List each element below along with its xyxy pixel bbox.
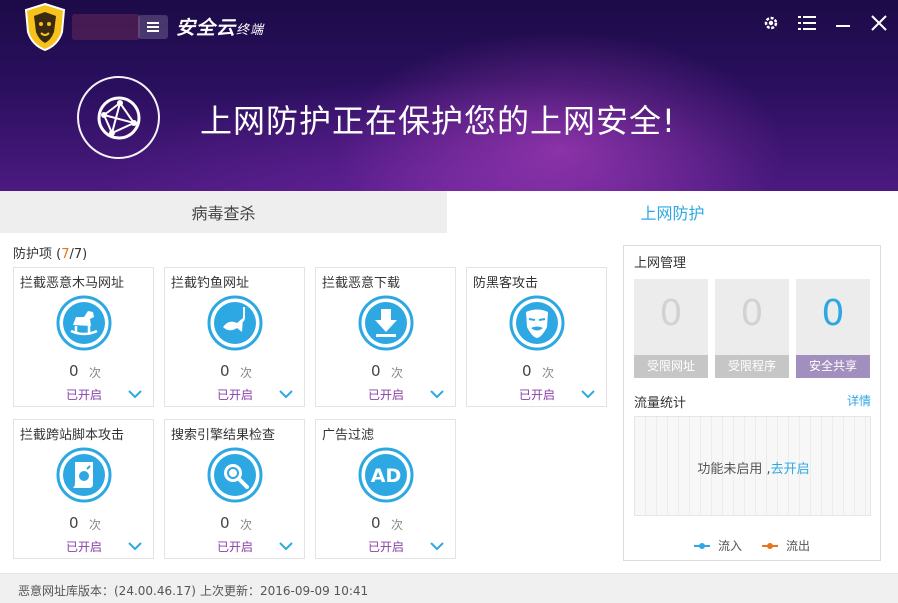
status-toggle[interactable]: 已开启 xyxy=(368,538,404,555)
minimize-button[interactable] xyxy=(832,12,854,34)
fish-hook-icon xyxy=(207,295,263,351)
protection-card-trojan[interactable]: 拦截恶意木马网址 0 次 已开启 xyxy=(13,267,154,407)
tab-virus-scan[interactable]: 病毒查杀 xyxy=(0,191,447,233)
count-unit: 次 xyxy=(240,518,253,532)
status-toggle[interactable]: 已开启 xyxy=(519,386,555,403)
protection-status-message: 上网防护正在保护您的上网安全! xyxy=(200,102,676,140)
header-banner: 安全云终端 上网防护正在保护您的上网安全! xyxy=(0,0,898,191)
block-count: 0 xyxy=(371,514,381,532)
chevron-down-icon[interactable] xyxy=(279,541,293,551)
chevron-down-icon[interactable] xyxy=(430,389,444,399)
card-title: 广告过滤 xyxy=(322,428,375,443)
list-icon xyxy=(798,16,816,30)
chevron-down-icon[interactable] xyxy=(128,541,142,551)
rocking-horse-icon xyxy=(56,295,112,351)
block-count: 0 xyxy=(220,514,230,532)
hamburger-icon xyxy=(147,22,159,32)
count-unit: 次 xyxy=(89,366,102,380)
stat-value: 0 xyxy=(740,293,764,334)
stat-value: 0 xyxy=(659,293,683,334)
globe-shield-badge xyxy=(77,76,160,159)
stat-value: 0 xyxy=(821,293,845,334)
last-update-text: 上次更新：2016-09-09 10:41 xyxy=(200,584,369,598)
stat-restricted-urls[interactable]: 0 受限网址 xyxy=(634,279,708,378)
user-name-blurred xyxy=(72,14,140,40)
count-unit: 次 xyxy=(89,518,102,532)
script-scroll-icon xyxy=(56,447,112,503)
brand-main: 安全云 xyxy=(176,17,237,39)
count-unit: 次 xyxy=(542,366,555,380)
globe-network-icon xyxy=(97,96,140,139)
db-version-text: 恶意网址库版本：(24.00.46.17) xyxy=(18,584,196,598)
stat-label: 受限网址 xyxy=(634,355,708,378)
card-title: 拦截恶意木马网址 xyxy=(20,276,125,291)
card-title: 拦截跨站脚本攻击 xyxy=(20,428,125,443)
block-count: 0 xyxy=(69,514,79,532)
protection-card-ad-filter[interactable]: 广告过滤 AD 0 次 已开启 xyxy=(315,419,456,559)
lion-shield-logo-icon xyxy=(24,2,66,52)
card-title: 拦截钓鱼网址 xyxy=(171,276,250,291)
web-management-title: 上网管理 xyxy=(634,256,687,271)
brand-sub: 终端 xyxy=(236,23,265,38)
status-toggle[interactable]: 已开启 xyxy=(217,538,253,555)
main-tabs: 病毒查杀 上网防护 xyxy=(0,191,898,233)
outflow-marker-icon xyxy=(762,542,778,550)
minimize-icon xyxy=(836,25,850,27)
protection-card-hacker[interactable]: 防黑客攻击 0 次 已开启 xyxy=(466,267,607,407)
protection-card-xss[interactable]: 拦截跨站脚本攻击 0 次 已开启 xyxy=(13,419,154,559)
count-unit: 次 xyxy=(391,518,404,532)
close-button[interactable] xyxy=(868,12,890,34)
close-icon xyxy=(871,15,887,31)
status-toggle[interactable]: 已开启 xyxy=(66,538,102,555)
block-count: 0 xyxy=(371,362,381,380)
protection-card-search-check[interactable]: 搜索引擎结果检查 0 次 已开启 xyxy=(164,419,305,559)
tab-web-protection[interactable]: 上网防护 xyxy=(447,191,898,233)
chevron-down-icon[interactable] xyxy=(581,389,595,399)
stat-restricted-programs[interactable]: 0 受限程序 xyxy=(715,279,789,378)
status-toggle[interactable]: 已开启 xyxy=(217,386,253,403)
count-unit: 次 xyxy=(240,366,253,380)
search-magnifier-icon xyxy=(207,447,263,503)
traffic-chart: 功能未启用 ,去开启 xyxy=(634,416,871,516)
ad-icon: AD xyxy=(358,447,414,503)
stat-secure-share[interactable]: 0 安全共享 xyxy=(796,279,870,378)
stat-label: 安全共享 xyxy=(796,355,870,378)
brand-title: 安全云终端 xyxy=(176,13,264,40)
block-count: 0 xyxy=(69,362,79,380)
main-menu-button[interactable] xyxy=(138,15,168,39)
traffic-stats-title: 流量统计 xyxy=(634,396,687,411)
chevron-down-icon[interactable] xyxy=(430,541,444,551)
web-management-panel: 上网管理 0 受限网址 0 受限程序 0 安全共享 流量统计 详情 功能未启用 … xyxy=(623,245,881,561)
inflow-marker-icon xyxy=(694,542,710,550)
legend-outflow: 流出 xyxy=(762,537,810,554)
status-footer: 恶意网址库版本：(24.00.46.17) 上次更新：2016-09-09 10… xyxy=(0,573,898,603)
list-menu-button[interactable] xyxy=(796,12,818,34)
enabled-count: 7 xyxy=(61,247,70,262)
enable-traffic-link[interactable]: 去开启 xyxy=(771,462,810,477)
ad-icon-text: AD xyxy=(371,465,401,487)
chevron-down-icon[interactable] xyxy=(128,389,142,399)
card-title: 防黑客攻击 xyxy=(473,276,539,291)
hacker-mask-icon xyxy=(509,295,565,351)
gear-icon xyxy=(764,16,778,30)
card-title: 拦截恶意下载 xyxy=(322,276,401,291)
chevron-down-icon[interactable] xyxy=(279,389,293,399)
status-toggle[interactable]: 已开启 xyxy=(368,386,404,403)
download-arrow-icon xyxy=(358,295,414,351)
block-count: 0 xyxy=(522,362,532,380)
protection-items-title: 防护项 (7/7) xyxy=(13,247,88,262)
protection-card-phishing[interactable]: 拦截钓鱼网址 0 次 已开启 xyxy=(164,267,305,407)
traffic-details-link[interactable]: 详情 xyxy=(847,392,871,409)
count-unit: 次 xyxy=(391,366,404,380)
legend-inflow: 流入 xyxy=(694,537,742,554)
card-title: 搜索引擎结果检查 xyxy=(171,428,276,443)
settings-button[interactable] xyxy=(760,12,782,34)
traffic-disabled-message: 功能未启用 ,去开启 xyxy=(697,462,810,477)
protection-card-malicious-download[interactable]: 拦截恶意下载 0 次 已开启 xyxy=(315,267,456,407)
status-toggle[interactable]: 已开启 xyxy=(66,386,102,403)
stat-label: 受限程序 xyxy=(715,355,789,378)
block-count: 0 xyxy=(220,362,230,380)
